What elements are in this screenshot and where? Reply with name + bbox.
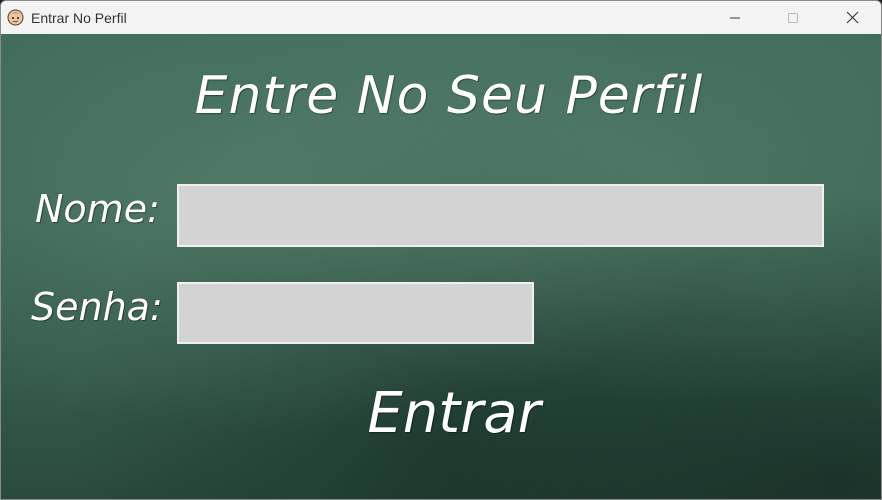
title-bar[interactable]: Entrar No Perfil bbox=[1, 1, 881, 34]
maximize-icon bbox=[788, 12, 798, 23]
minimize-icon bbox=[730, 17, 740, 18]
password-input[interactable] bbox=[177, 282, 534, 344]
window-title: Entrar No Perfil bbox=[31, 10, 127, 26]
chalkboard-panel: Entre No Seu Perfil Nome: Senha: Entrar bbox=[1, 34, 881, 499]
maximize-button[interactable] bbox=[764, 1, 822, 34]
login-button[interactable]: Entrar bbox=[341, 374, 567, 454]
close-icon bbox=[846, 11, 858, 24]
name-input[interactable] bbox=[177, 184, 824, 247]
password-label: Senha: bbox=[31, 285, 163, 329]
name-label: Nome: bbox=[35, 187, 160, 231]
page-title: Entre No Seu Perfil bbox=[194, 66, 704, 126]
app-face-icon bbox=[7, 9, 24, 26]
app-window: Entrar No Perfil Entre No Seu Perfil Nom… bbox=[0, 0, 882, 500]
close-button[interactable] bbox=[823, 1, 881, 34]
minimize-button[interactable] bbox=[706, 1, 764, 34]
